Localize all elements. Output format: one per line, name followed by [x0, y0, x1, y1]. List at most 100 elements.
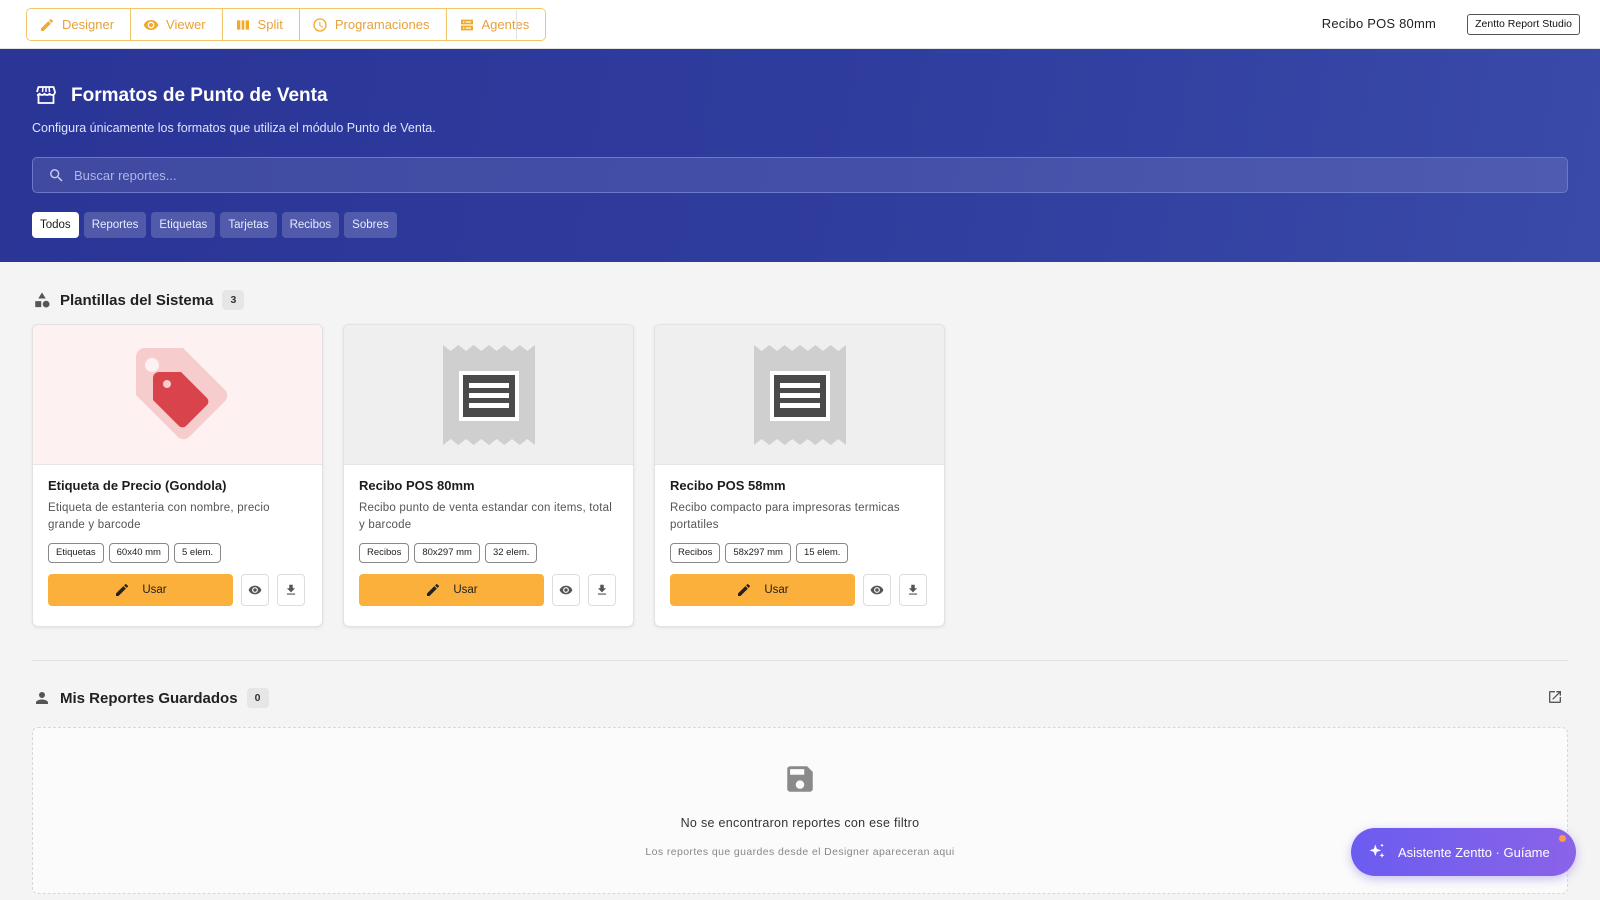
price-tag-icon — [135, 347, 227, 439]
template-card[interactable]: Etiqueta de Precio (Gondola) Etiqueta de… — [32, 324, 323, 627]
empty-state-title: No se encontraron reportes con ese filtr… — [680, 816, 920, 830]
person-icon — [36, 692, 48, 704]
card-thumbnail — [344, 325, 633, 465]
eye-icon — [248, 585, 262, 595]
pencil-icon — [41, 18, 53, 31]
eye-icon — [559, 585, 573, 595]
card-actions: Usar — [359, 574, 618, 606]
card-thumbnail — [33, 325, 322, 465]
use-template-button[interactable]: Usar — [670, 574, 855, 606]
empty-state — [32, 727, 1568, 894]
download-button[interactable] — [588, 574, 616, 606]
card-tags: Etiquetas 60x40 mm 5 elem. — [48, 543, 307, 563]
notification-dot — [1559, 835, 1566, 842]
preview-button[interactable] — [552, 574, 580, 606]
download-icon — [597, 584, 607, 595]
use-template-button[interactable]: Usar — [359, 574, 544, 606]
card-title: Recibo POS 80mm — [359, 478, 475, 493]
download-icon — [286, 584, 296, 595]
mode-label: Programaciones — [334, 17, 430, 32]
download-icon — [908, 584, 918, 595]
receipt-icon — [442, 344, 535, 445]
tag-category: Etiquetas — [48, 543, 104, 563]
filter-todos[interactable]: Todos — [32, 212, 79, 238]
top-toolbar: Designer Viewer Split Programaciones Age… — [0, 0, 1600, 49]
search-icon — [50, 168, 63, 182]
save-icon — [787, 766, 813, 792]
mode-label: Agentes — [481, 17, 530, 32]
card-title: Recibo POS 58mm — [670, 478, 786, 493]
assistant-button[interactable]: Asistente Zentto · Guíame — [1351, 828, 1576, 876]
pencil-icon — [116, 583, 129, 596]
card-tags: Recibos 80x297 mm 32 elem. — [359, 543, 618, 563]
open-external-icon[interactable] — [1547, 689, 1563, 705]
use-label: Usar — [764, 584, 789, 596]
toolbar-divider — [516, 10, 517, 39]
mode-viewer-button[interactable]: Viewer — [131, 9, 223, 40]
mode-switcher: Designer Viewer Split Programaciones Age… — [26, 8, 547, 41]
download-button[interactable] — [899, 574, 927, 606]
mode-agentes-button[interactable]: Agentes — [446, 9, 546, 40]
card-thumbnail — [655, 325, 944, 465]
clock-icon — [313, 17, 327, 32]
mode-split-button[interactable]: Split — [222, 9, 300, 40]
section-title: Mis Reportes Guardados — [60, 689, 238, 707]
tag-size: 58x297 mm — [725, 543, 791, 563]
page-subtitle: Configura únicamente los formatos que ut… — [32, 121, 436, 135]
filter-reportes[interactable]: Reportes — [83, 212, 147, 238]
tag-size: 80x297 mm — [414, 543, 480, 563]
shapes-icon — [35, 292, 50, 308]
card-tags: Recibos 58x297 mm 15 elem. — [670, 543, 929, 563]
section-divider — [32, 660, 1568, 661]
tag-category: Recibos — [359, 543, 410, 563]
card-actions: Usar — [48, 574, 307, 606]
studio-badge: Zentto Report Studio — [1467, 14, 1580, 35]
card-description: Etiqueta de estanteria con nombre, preci… — [48, 502, 270, 531]
document-title: Recibo POS 80mm — [1321, 16, 1436, 31]
template-card[interactable]: Recibo POS 80mm Recibo punto de venta es… — [343, 324, 634, 627]
tag-size: 60x40 mm — [108, 543, 169, 563]
hero-banner: Formatos de Punto de Venta Configura úni… — [0, 49, 1600, 262]
assistant-label: Asistente Zentto · Guíame — [1398, 844, 1550, 860]
mode-designer-button[interactable]: Designer — [27, 9, 132, 40]
server-icon — [460, 19, 473, 30]
category-filters: Todos Reportes Etiquetas Tarjetas Recibo… — [32, 212, 397, 238]
template-card[interactable]: Recibo POS 58mm Recibo compacto para imp… — [654, 324, 945, 627]
sparkle-icon — [1369, 843, 1385, 858]
filter-etiquetas[interactable]: Etiquetas — [151, 212, 216, 238]
card-title: Etiqueta de Precio (Gondola) — [48, 478, 227, 493]
use-template-button[interactable]: Usar — [48, 574, 233, 606]
use-label: Usar — [453, 584, 478, 596]
eye-icon — [870, 585, 884, 595]
section-title: Plantillas del Sistema — [60, 291, 214, 309]
download-button[interactable] — [277, 574, 305, 606]
pencil-icon — [427, 583, 440, 596]
mode-label: Designer — [62, 17, 115, 32]
mode-programaciones-button[interactable]: Programaciones — [299, 9, 447, 40]
tag-category: Recibos — [670, 543, 721, 563]
search-input[interactable] — [74, 167, 1474, 183]
page-title: Formatos de Punto de Venta — [71, 85, 328, 106]
tag-elements: 5 elem. — [173, 543, 222, 563]
card-description: Recibo punto de venta estandar con items… — [359, 502, 612, 531]
card-description: Recibo compacto para impresoras termicas… — [670, 502, 900, 531]
templates-count-badge: 3 — [222, 290, 245, 310]
filter-sobres[interactable]: Sobres — [344, 212, 397, 238]
tag-elements: 15 elem. — [795, 543, 849, 563]
eye-icon — [143, 19, 159, 30]
preview-button[interactable] — [863, 574, 891, 606]
filter-tarjetas[interactable]: Tarjetas — [220, 212, 277, 238]
use-label: Usar — [142, 584, 167, 596]
saved-count-badge: 0 — [246, 688, 269, 708]
saved-section-header: Mis Reportes Guardados 0 — [33, 688, 269, 708]
preview-button[interactable] — [241, 574, 269, 606]
card-actions: Usar — [670, 574, 929, 606]
mode-label: Split — [257, 17, 283, 32]
storefront-icon — [36, 86, 56, 104]
templates-section-header: Plantillas del Sistema 3 — [33, 290, 245, 310]
filter-recibos[interactable]: Recibos — [281, 212, 340, 238]
search-bar — [32, 157, 1568, 193]
mode-label: Viewer — [166, 17, 206, 32]
receipt-icon — [753, 344, 846, 445]
tag-elements: 32 elem. — [484, 543, 538, 563]
